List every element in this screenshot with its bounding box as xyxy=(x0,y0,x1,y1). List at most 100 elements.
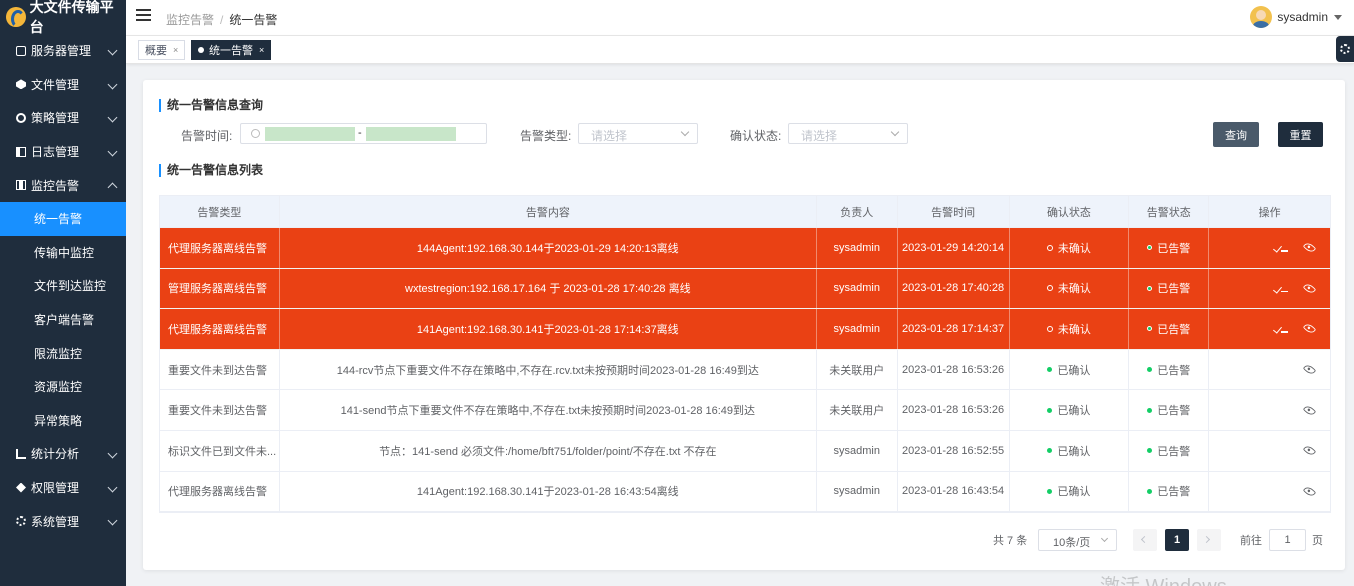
sidebar-item-label: 系统管理 xyxy=(31,514,80,529)
goto-page-input[interactable]: 1 xyxy=(1269,529,1306,551)
eye-icon[interactable] xyxy=(1302,322,1317,336)
status-dot-icon xyxy=(1047,488,1053,494)
sidebar-item-label: 监控告警 xyxy=(31,178,80,193)
cell-alarm-type: 管理服务器离线告警 xyxy=(160,268,280,309)
chevron-left-icon xyxy=(1140,535,1149,544)
column-header: 告警时间 xyxy=(898,196,1010,227)
confirm-check-icon[interactable] xyxy=(1275,243,1288,252)
cell-alarm-type: 重要文件未到达告警 xyxy=(160,390,280,430)
sidebar-subitem-resource-monitor[interactable]: 资源监控 xyxy=(0,369,126,404)
confirm-status: 已确认 xyxy=(1047,402,1090,418)
confirm-status-text: 已确认 xyxy=(1057,445,1091,458)
close-icon[interactable]: × xyxy=(259,45,264,55)
sidebar-subitem-file-arrival-monitor[interactable]: 文件到达监控 xyxy=(0,269,126,303)
sidebar-item-system[interactable]: 系统管理 xyxy=(0,504,126,538)
gear-icon xyxy=(1340,44,1350,54)
sidebar-item-policy[interactable]: 策略管理 xyxy=(0,101,126,135)
close-icon[interactable]: × xyxy=(173,45,178,55)
eye-icon[interactable] xyxy=(1302,362,1317,377)
sidebar-item-label: 服务器管理 xyxy=(31,44,92,59)
breadcrumb-item-monitor[interactable]: 监控告警 xyxy=(166,13,214,27)
cell-actions xyxy=(1209,309,1330,349)
query-button[interactable]: 查询 xyxy=(1213,122,1259,147)
sidebar-subitem-exception-policy[interactable]: 异常策略 xyxy=(0,403,126,438)
sidebar-subitem-rate-limit-monitor[interactable]: 限流监控 xyxy=(0,336,126,370)
sidebar-subitem-unified-alarm[interactable]: 统一告警 xyxy=(0,201,126,236)
sidebar-subitem-transfer-monitor[interactable]: 传输中监控 xyxy=(0,235,126,270)
confirm-status-select[interactable]: 请选择 xyxy=(788,123,908,144)
windows-activation-watermark: 激活 Windows xyxy=(1100,570,1227,586)
active-dot-icon xyxy=(198,47,204,53)
status-dot-icon xyxy=(1147,285,1153,291)
monitor-submenu: 统一告警 传输中监控 文件到达监控 客户端告警 限流监控 资源监控 异常策略 xyxy=(0,201,126,438)
sidebar-item-permission[interactable]: 权限管理 xyxy=(0,471,126,505)
tab-overview[interactable]: 概要 × xyxy=(138,40,186,60)
eye-icon[interactable] xyxy=(1302,241,1317,255)
start-date-input[interactable] xyxy=(265,127,355,141)
cell-alarm-type: 重要文件未到达告警 xyxy=(160,349,280,390)
confirm-status-text: 已确认 xyxy=(1057,405,1091,418)
reset-button[interactable]: 重置 xyxy=(1278,122,1323,147)
alarm-type-select[interactable]: 请选择 xyxy=(578,123,698,144)
eye-icon[interactable] xyxy=(1302,281,1317,296)
alarm-status: 已告警 xyxy=(1147,362,1190,378)
alarm-status: 已告警 xyxy=(1147,240,1190,256)
cell-confirm-status: 未确认 xyxy=(1010,309,1130,349)
table-header: 告警类型 告警内容 负责人 告警时间 确认状态 告警状态 操作 xyxy=(160,196,1330,228)
eye-icon[interactable] xyxy=(1302,403,1317,417)
cell-alarm-content: 144-rcv节点下重要文件不存在策略中,不存在.rcv.txt未按预期时间20… xyxy=(280,349,817,390)
status-dot-icon xyxy=(1147,448,1153,454)
main-card: 统一告警信息查询 告警时间: - 告警类型: 请选择 确认状态: 请选择 查询 … xyxy=(143,80,1345,570)
column-header: 告警内容 xyxy=(280,196,817,227)
avatar xyxy=(1250,6,1273,28)
cell-alarm-content: 141Agent:192.168.30.141于2023-01-28 17:14… xyxy=(280,309,817,349)
caret-down-icon xyxy=(1334,14,1342,20)
sidebar-item-monitor[interactable]: 监控告警 xyxy=(0,168,126,202)
cell-confirm-status: 未确认 xyxy=(1010,228,1130,268)
sidebar-subitem-client-alarm[interactable]: 客户端告警 xyxy=(0,302,126,337)
chevron-down-icon xyxy=(107,482,118,493)
cell-alarm-time: 2023-01-29 14:20:14 xyxy=(898,228,1010,268)
cell-confirm-status: 已确认 xyxy=(1010,349,1130,390)
chevron-right-icon xyxy=(1202,535,1211,544)
cell-alarm-time: 2023-01-28 16:53:26 xyxy=(898,390,1010,430)
sidebar-item-label: 策略管理 xyxy=(31,111,80,126)
system-icon xyxy=(16,516,26,527)
cell-alarm-status: 已告警 xyxy=(1129,471,1210,512)
alarm-status-text: 已告警 xyxy=(1157,486,1191,499)
end-date-input[interactable] xyxy=(366,127,456,141)
tab-unified-alarm[interactable]: 统一告警 × xyxy=(191,40,272,60)
sidebar-item-log[interactable]: 日志管理 xyxy=(0,135,126,169)
confirm-status-text: 未确认 xyxy=(1057,323,1091,336)
hamburger-menu-icon[interactable] xyxy=(136,9,151,21)
breadcrumb-separator: / xyxy=(220,13,224,27)
policy-icon xyxy=(16,112,26,123)
prev-page-button[interactable] xyxy=(1133,529,1157,551)
cell-owner: sysadmin xyxy=(817,430,898,471)
status-dot-icon xyxy=(1046,325,1053,332)
sidebar-item-server[interactable]: 服务器管理 xyxy=(0,34,126,68)
cell-alarm-time: 2023-01-28 16:43:54 xyxy=(898,471,1010,512)
eye-icon[interactable] xyxy=(1302,444,1317,458)
next-page-button[interactable] xyxy=(1197,529,1221,551)
sidebar-item-statistics[interactable]: 统计分析 xyxy=(0,437,126,471)
alarm-status: 已告警 xyxy=(1147,280,1190,296)
chevron-up-icon xyxy=(107,182,118,193)
cell-alarm-status: 已告警 xyxy=(1129,430,1210,471)
tab-label: 概要 xyxy=(145,45,167,57)
tabs-bar: 概要 × 统一告警 × xyxy=(126,36,1354,64)
confirm-check-icon[interactable] xyxy=(1275,284,1288,293)
user-menu[interactable]: sysadmin xyxy=(1250,6,1342,28)
cell-owner: sysadmin xyxy=(817,471,898,512)
cell-confirm-status: 未确认 xyxy=(1010,268,1130,309)
cell-actions xyxy=(1209,350,1330,390)
alarm-time-range-picker[interactable]: - xyxy=(240,123,487,144)
settings-button[interactable] xyxy=(1336,36,1354,62)
sidebar-item-file[interactable]: 文件管理 xyxy=(0,68,126,102)
sidebar-item-label: 权限管理 xyxy=(31,481,80,496)
page-number-current[interactable]: 1 xyxy=(1165,529,1189,551)
top-header: 监控告警 / 统一告警 sysadmin xyxy=(126,0,1354,36)
eye-icon[interactable] xyxy=(1302,484,1317,498)
page-size-select[interactable]: 10条/页 xyxy=(1038,529,1117,551)
confirm-check-icon[interactable] xyxy=(1275,324,1288,333)
